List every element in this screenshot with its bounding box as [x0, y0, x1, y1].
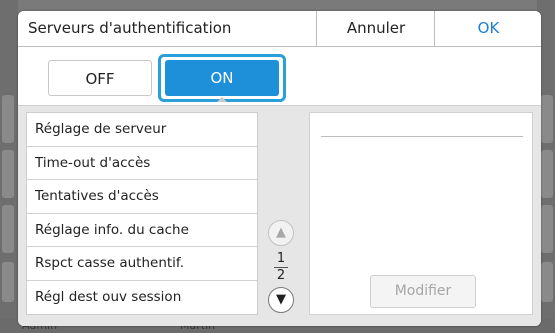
menu-item-cache-info[interactable]: Réglage info. du cache: [27, 214, 257, 247]
page-indicator: 1 2: [268, 252, 294, 283]
dialog-titlebar: Serveurs d'authentification Annuler OK: [18, 11, 541, 47]
modify-button[interactable]: Modifier: [370, 275, 476, 308]
background-tab: [2, 95, 14, 143]
auth-servers-dialog: Serveurs d'authentification Annuler OK O…: [18, 11, 541, 326]
detail-panel: Modifier: [309, 112, 533, 315]
menu-item-access-attempts[interactable]: Tentatives d'accès: [27, 180, 257, 214]
list-pager: ▲ 1 2 ▼: [264, 112, 300, 317]
on-button[interactable]: ON: [165, 60, 279, 96]
page-current: 1: [276, 251, 286, 266]
settings-content: Réglage de serveur Time-out d'accès Tent…: [18, 105, 541, 326]
ok-button[interactable]: OK: [434, 11, 541, 46]
background-tab: [541, 150, 553, 198]
chevron-up-icon[interactable]: ▲: [268, 220, 294, 246]
cancel-button[interactable]: Annuler: [316, 11, 435, 46]
on-off-toggle: OFF ON: [18, 47, 541, 105]
menu-item-access-timeout[interactable]: Time-out d'accès: [27, 147, 257, 180]
settings-menu-list: Réglage de serveur Time-out d'accès Tent…: [26, 112, 258, 315]
menu-item-login-destination[interactable]: Régl dest ouv session: [27, 281, 257, 315]
menu-item-case-sensitivity[interactable]: Rspct casse authentif.: [27, 247, 257, 281]
menu-item-server-settings[interactable]: Réglage de serveur: [27, 113, 257, 147]
background-tab: [541, 95, 553, 143]
chevron-down-icon[interactable]: ▼: [268, 287, 294, 313]
background-tab: [541, 262, 553, 302]
selection-pointer-icon: [217, 97, 227, 102]
page-total: 2: [276, 268, 286, 283]
background-tab: [2, 262, 14, 302]
background-tab: [541, 205, 553, 253]
off-button[interactable]: OFF: [48, 60, 152, 96]
background-left-panel: [0, 0, 18, 333]
background-tab: [2, 150, 14, 198]
detail-divider: [321, 136, 523, 137]
dialog-title: Serveurs d'authentification: [28, 19, 232, 37]
background-tab: [2, 205, 14, 253]
